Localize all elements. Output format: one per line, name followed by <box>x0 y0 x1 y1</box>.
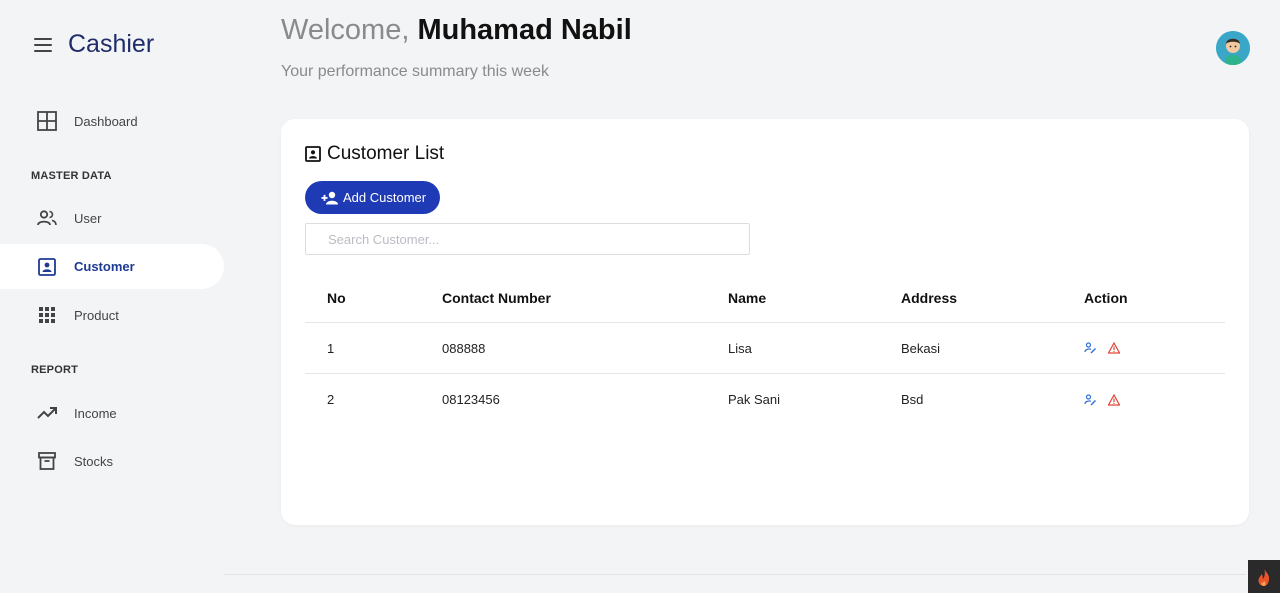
users-icon <box>36 207 58 229</box>
apps-grid-icon <box>36 304 58 326</box>
cell-address: Bekasi <box>901 340 941 356</box>
cell-contact-number: 08123456 <box>442 392 500 407</box>
footer-divider <box>224 574 1246 575</box>
user-name: Muhamad Nabil <box>417 14 632 46</box>
sidebar-item-customer[interactable]: Customer <box>0 244 224 289</box>
add-customer-label: Add Customer <box>343 190 427 205</box>
search-input[interactable] <box>305 223 750 255</box>
sidebar-item-label: Product <box>74 307 119 323</box>
user-edit-icon[interactable] <box>1084 342 1096 354</box>
cell-name: Lisa <box>728 340 752 356</box>
sidebar-item-label: User <box>74 210 102 226</box>
welcome-heading: Welcome, Muhamad Nabil <box>281 14 632 47</box>
header-address: Address <box>901 290 958 306</box>
customer-list-card: Customer List Add Customer No Contact Nu… <box>281 119 1249 525</box>
trending-up-icon <box>36 402 58 424</box>
sidebar-item-user[interactable]: User <box>0 195 224 241</box>
table-row: 1 088888 Lisa Bekasi <box>305 323 1225 374</box>
table-row: 2 08123456 Pak Sani Bsd <box>305 374 1225 425</box>
warning-triangle-icon[interactable] <box>1107 341 1121 354</box>
sidebar-item-label: Customer <box>74 259 135 274</box>
contact-card-icon <box>305 146 321 162</box>
cell-action <box>1084 374 1121 425</box>
card-title-text: Customer List <box>327 143 445 164</box>
archive-box-icon <box>36 450 58 472</box>
sidebar: Cashier Dashboard MASTER DATA User Custo… <box>0 0 224 593</box>
hamburger-icon[interactable] <box>34 37 52 52</box>
cell-name: Pak Sani <box>728 392 781 407</box>
cell-no: 2 <box>327 392 335 407</box>
section-label-report: REPORT <box>31 364 79 376</box>
sidebar-item-dashboard[interactable]: Dashboard <box>0 98 224 144</box>
welcome-prefix: Welcome, <box>281 14 418 46</box>
sidebar-item-label: Dashboard <box>74 113 138 129</box>
sidebar-item-label: Stocks <box>74 453 114 469</box>
sidebar-item-product[interactable]: Product <box>0 292 224 338</box>
cell-action <box>1084 323 1121 373</box>
grid-layout-icon <box>36 110 58 132</box>
customer-table: No Contact Number Name Address Action 1 … <box>305 274 1225 425</box>
section-label-master-data: MASTER DATA <box>31 170 112 182</box>
cell-contact-number: 088888 <box>442 340 486 356</box>
add-customer-button[interactable]: Add Customer <box>305 181 441 214</box>
sidebar-item-label: Income <box>74 405 117 421</box>
page-subtitle: Your performance summary this week <box>281 63 549 80</box>
header-name: Name <box>728 290 767 306</box>
card-title: Customer List <box>305 143 444 165</box>
app-title: Cashier <box>68 30 155 58</box>
header-contact-number: Contact Number <box>442 290 551 306</box>
avatar[interactable] <box>1216 31 1250 65</box>
add-user-icon <box>321 191 339 205</box>
header-no: No <box>327 290 346 306</box>
header-action: Action <box>1084 290 1128 306</box>
cell-address: Bsd <box>901 392 924 407</box>
user-edit-icon[interactable] <box>1084 393 1096 406</box>
contact-card-icon <box>36 256 58 278</box>
sidebar-item-stocks[interactable]: Stocks <box>0 438 224 484</box>
cell-no: 1 <box>327 340 335 356</box>
brand: Cashier <box>34 30 154 59</box>
sidebar-item-income[interactable]: Income <box>0 390 224 436</box>
flame-icon[interactable] <box>1248 560 1280 593</box>
warning-triangle-icon[interactable] <box>1107 393 1121 406</box>
table-header-row: No Contact Number Name Address Action <box>305 274 1225 323</box>
